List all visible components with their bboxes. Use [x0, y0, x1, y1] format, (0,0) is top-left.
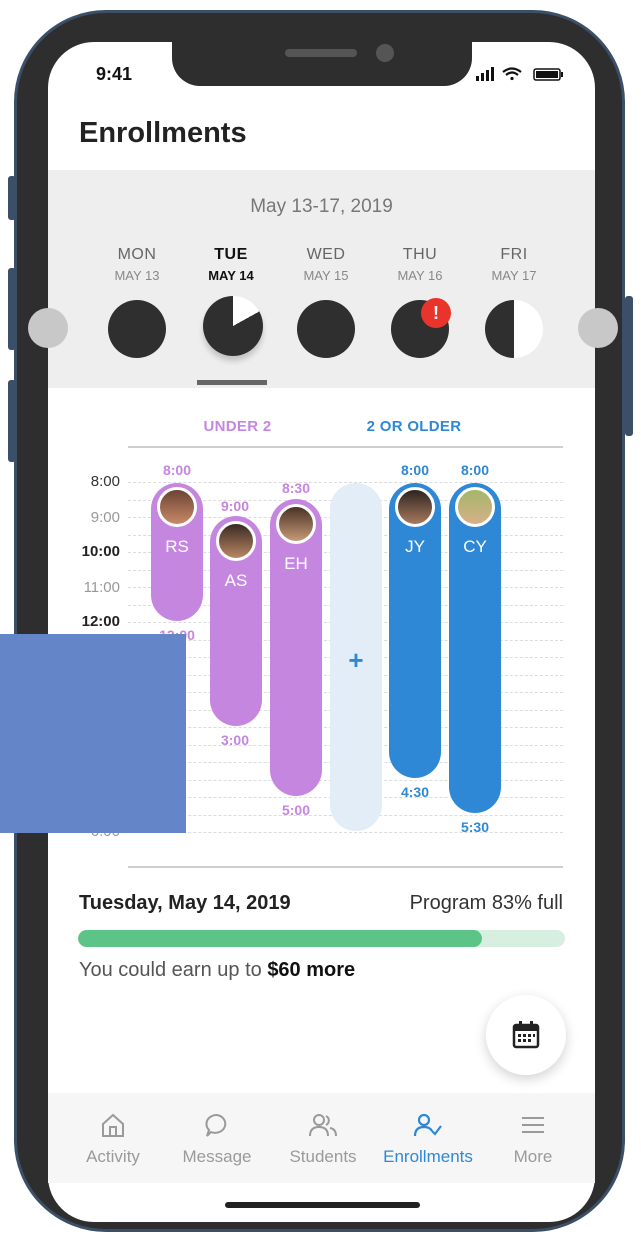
calendar-icon — [512, 1021, 540, 1049]
avatar-rs — [157, 487, 197, 527]
status-indicators — [476, 67, 563, 81]
tab-students[interactable]: Students — [271, 1112, 375, 1167]
day-date: MAY 13 — [114, 268, 160, 283]
avatar-cy — [455, 487, 495, 527]
start-time-label: 9:00 — [220, 498, 250, 514]
program-full-text: Program 83% full — [409, 892, 563, 914]
end-time-label: 5:30 — [460, 819, 490, 835]
next-week-button[interactable] — [578, 308, 618, 348]
earnings-amount: $60 more — [267, 959, 356, 981]
hour-label: 11:00 — [83, 579, 120, 596]
initials-cy: CY — [463, 537, 487, 556]
tab-activity[interactable]: Activity — [61, 1112, 165, 1167]
end-time-label: 5:00 — [281, 802, 311, 818]
grid-line — [128, 482, 563, 483]
day-date: MAY 17 — [491, 268, 537, 283]
hour-label: 9:00 — [90, 509, 120, 526]
tab-label: More — [513, 1147, 553, 1166]
week-range[interactable]: May 13-17, 2019 — [48, 196, 595, 218]
initials-eh: EH — [284, 554, 308, 573]
students-icon — [309, 1114, 337, 1137]
capacity-pie-tue[interactable] — [203, 296, 263, 356]
enrollment-bar-cy[interactable] — [449, 483, 501, 813]
group-label-under2: UNDER 2 — [203, 418, 272, 435]
tab-label: Enrollments — [383, 1147, 473, 1166]
volume-down-button — [8, 380, 16, 462]
tab-more[interactable]: More — [481, 1112, 585, 1167]
wifi-icon — [502, 67, 522, 81]
start-time-label: 8:00 — [162, 462, 192, 478]
calendar-button[interactable] — [486, 995, 566, 1075]
enrollments-icon — [413, 1113, 442, 1137]
schedule-top-rule — [128, 446, 563, 448]
capacity-pie-wed[interactable] — [297, 300, 355, 358]
speaker-grille — [285, 49, 357, 57]
start-time-label: 8:00 — [460, 462, 490, 478]
tab-label: Message — [182, 1147, 252, 1166]
day-wed[interactable]: WED MAY 15 — [280, 246, 372, 283]
start-time-label: 8:00 — [400, 462, 430, 478]
day-name: MON — [117, 246, 157, 263]
overlay-block — [0, 634, 186, 833]
avatar-eh — [276, 504, 316, 544]
hour-label: 8:00 — [90, 473, 120, 490]
day-name: FRI — [500, 246, 528, 263]
end-time-label: 3:00 — [220, 732, 250, 748]
schedule-bottom-rule — [128, 866, 563, 868]
day-date: MAY 15 — [303, 268, 349, 283]
avatar-jy — [395, 487, 435, 527]
day-tue[interactable]: TUE MAY 14 — [185, 246, 277, 283]
power-button — [625, 296, 633, 436]
group-label-older: 2 OR OLDER — [366, 418, 462, 435]
capacity-progress-fill — [78, 930, 483, 947]
day-name: THU — [402, 246, 438, 263]
day-date: MAY 14 — [208, 268, 254, 283]
hour-label: 10:00 — [81, 543, 120, 560]
home-icon — [102, 1113, 124, 1137]
mute-switch — [8, 176, 16, 220]
initials-jy: JY — [405, 537, 425, 556]
day-name: WED — [306, 246, 346, 263]
volume-up-button — [8, 268, 16, 350]
start-time-label: 8:30 — [281, 480, 311, 496]
tab-label: Students — [289, 1147, 357, 1166]
initials-as: AS — [224, 571, 248, 590]
day-thu[interactable]: THU MAY 16 — [374, 246, 466, 283]
avatar-as — [216, 521, 256, 561]
earnings-prefix: You could earn up to — [79, 959, 268, 981]
home-indicator — [225, 1202, 420, 1208]
capacity-progress-bar — [78, 930, 565, 947]
earnings-text: You could earn up to $60 more — [79, 959, 355, 982]
front-camera — [376, 44, 394, 62]
message-icon — [205, 1114, 227, 1137]
hour-label: 12:00 — [81, 613, 120, 630]
tab-label: Activity — [86, 1147, 140, 1166]
page-title: Enrollments — [79, 117, 247, 149]
menu-icon — [522, 1117, 544, 1133]
initials-rs: RS — [165, 537, 189, 556]
selected-day-indicator — [197, 380, 267, 385]
notch — [172, 30, 472, 86]
end-time-label: 4:30 — [400, 784, 430, 800]
alert-badge: ! — [421, 298, 451, 328]
enrollment-bar-jy[interactable] — [389, 483, 441, 778]
capacity-pie-mon[interactable] — [108, 300, 166, 358]
tab-message[interactable]: Message — [165, 1112, 269, 1167]
status-time: 9:41 — [96, 64, 133, 84]
summary-date: Tuesday, May 14, 2019 — [79, 892, 291, 914]
day-mon[interactable]: MON MAY 13 — [91, 246, 183, 283]
previous-week-button[interactable] — [28, 308, 68, 348]
signal-icon — [476, 67, 494, 81]
tab-enrollments[interactable]: Enrollments — [376, 1112, 480, 1167]
day-fri[interactable]: FRI MAY 17 — [468, 246, 560, 283]
capacity-pie-fri[interactable] — [485, 300, 543, 358]
battery-icon — [533, 68, 563, 81]
day-name: TUE — [214, 246, 248, 263]
day-date: MAY 16 — [397, 268, 443, 283]
add-icon: + — [348, 645, 364, 675]
